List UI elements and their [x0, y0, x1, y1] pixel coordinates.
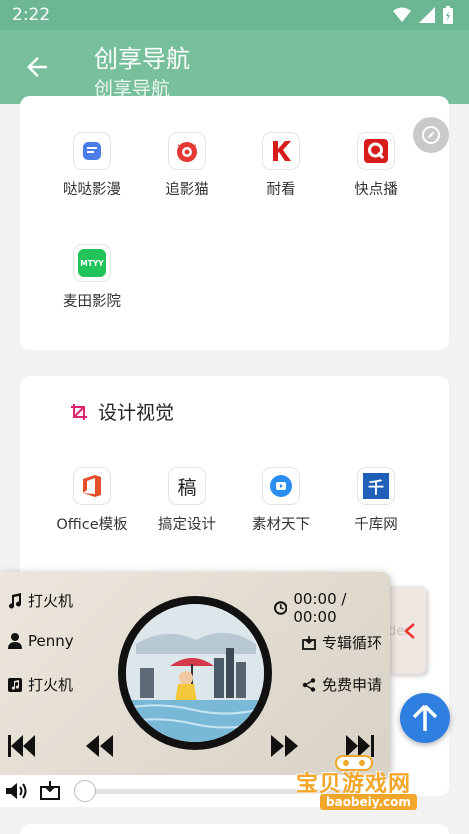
compass-button[interactable]: [413, 117, 449, 153]
status-icons: [393, 6, 453, 24]
app-item-kuaidianbo[interactable]: 快点播: [329, 132, 423, 199]
music-player: 打火机 Penny 打火机 00:00 / 00:00 专辑循环 免费申请: [0, 572, 390, 777]
time-row: 00:00 / 00:00: [274, 590, 390, 626]
watermark-url: baobeiy.com: [320, 794, 417, 810]
app-item-qianku[interactable]: 千 千库网: [329, 467, 423, 534]
signal-icon: [419, 7, 435, 23]
app-label: 麦田影院: [63, 294, 121, 310]
back-arrow-icon[interactable]: [22, 52, 52, 82]
song-row: 打火机: [8, 590, 73, 611]
skip-previous-icon[interactable]: [8, 735, 38, 757]
album-icon: [8, 677, 22, 692]
repeat-mode-icon[interactable]: [40, 781, 60, 801]
page-title: 创享导航: [94, 45, 190, 73]
app-label: 哒哒影漫: [63, 182, 121, 198]
clock-icon: [274, 601, 288, 615]
qianku-icon: 千: [357, 467, 395, 505]
rewind-icon[interactable]: [86, 735, 114, 757]
app-item-dada[interactable]: 哒哒影漫: [45, 132, 139, 199]
album-cover-art: [126, 604, 264, 742]
app-bar: 创享导航 创享导航: [0, 30, 469, 104]
app-item-naikan[interactable]: 耐看: [234, 132, 328, 199]
status-bar: 2:22: [0, 0, 469, 30]
side-drawer-tab[interactable]: der: [390, 586, 426, 674]
app-item-maitian[interactable]: MTYY 麦田影院: [45, 244, 139, 311]
app-item-zhuiyingmao[interactable]: 追影猫: [140, 132, 234, 199]
app-label: 追影猫: [165, 182, 209, 198]
gaoding-icon: 稿: [168, 467, 206, 505]
status-time: 2:22: [12, 5, 51, 25]
apply-label: 免费申请: [322, 676, 383, 694]
battery-icon: [443, 6, 453, 24]
album-row: 打火机: [8, 674, 73, 695]
app-item-office[interactable]: Office模板: [45, 467, 139, 534]
album-cover-disc: [118, 596, 272, 750]
k-logo-icon: [262, 132, 300, 170]
repeat-mode-button[interactable]: 专辑循环: [302, 632, 382, 653]
app-label: 快点播: [354, 182, 398, 198]
playback-time: 00:00 / 00:00: [293, 590, 347, 626]
apply-button[interactable]: 免费申请: [302, 674, 382, 695]
repeat-icon: [302, 635, 316, 650]
sucai-icon: [262, 467, 300, 505]
mtyy-icon: MTYY: [73, 244, 111, 282]
crop-icon: [71, 403, 87, 420]
fast-forward-icon[interactable]: [270, 735, 298, 757]
q-logo-icon: [357, 132, 395, 170]
chevron-left-icon: [404, 623, 415, 639]
section-title: 设计视觉: [98, 402, 175, 424]
repeat-mode-label: 专辑循环: [322, 634, 383, 652]
share-icon: [302, 677, 316, 692]
song-title: 打火机: [28, 592, 74, 610]
artist-row: Penny: [8, 632, 74, 650]
volume-icon[interactable]: [6, 782, 28, 800]
album-name: 打火机: [28, 676, 74, 694]
artist-name: Penny: [28, 632, 74, 650]
next-card: [20, 824, 449, 834]
compass-icon: [422, 126, 440, 144]
app-label: 搞定设计: [158, 517, 216, 533]
app-item-sucai[interactable]: 素材天下: [234, 467, 328, 534]
app-label: 千库网: [354, 517, 398, 533]
person-icon: [8, 633, 22, 649]
wifi-icon: [393, 7, 411, 22]
app-item-gaoding[interactable]: 稿 搞定设计: [140, 467, 234, 534]
app-label: Office模板: [56, 517, 128, 533]
cat-icon: [168, 132, 206, 170]
dada-icon: [73, 132, 111, 170]
watermark-logo: 宝贝游戏网 baobeiy.com: [296, 752, 466, 822]
app-label: 素材天下: [252, 517, 310, 533]
app-label: 耐看: [266, 182, 296, 198]
progress-slider-knob[interactable]: [74, 780, 96, 802]
music-note-icon: [9, 592, 22, 609]
scroll-top-button[interactable]: [400, 693, 450, 743]
video-apps-card: 哒哒影漫 追影猫 耐看 快点播 MTYY 麦田影院: [20, 96, 449, 350]
arrow-up-icon: [412, 704, 438, 731]
section-header: 设计视觉: [70, 398, 174, 425]
office-icon: [73, 467, 111, 505]
